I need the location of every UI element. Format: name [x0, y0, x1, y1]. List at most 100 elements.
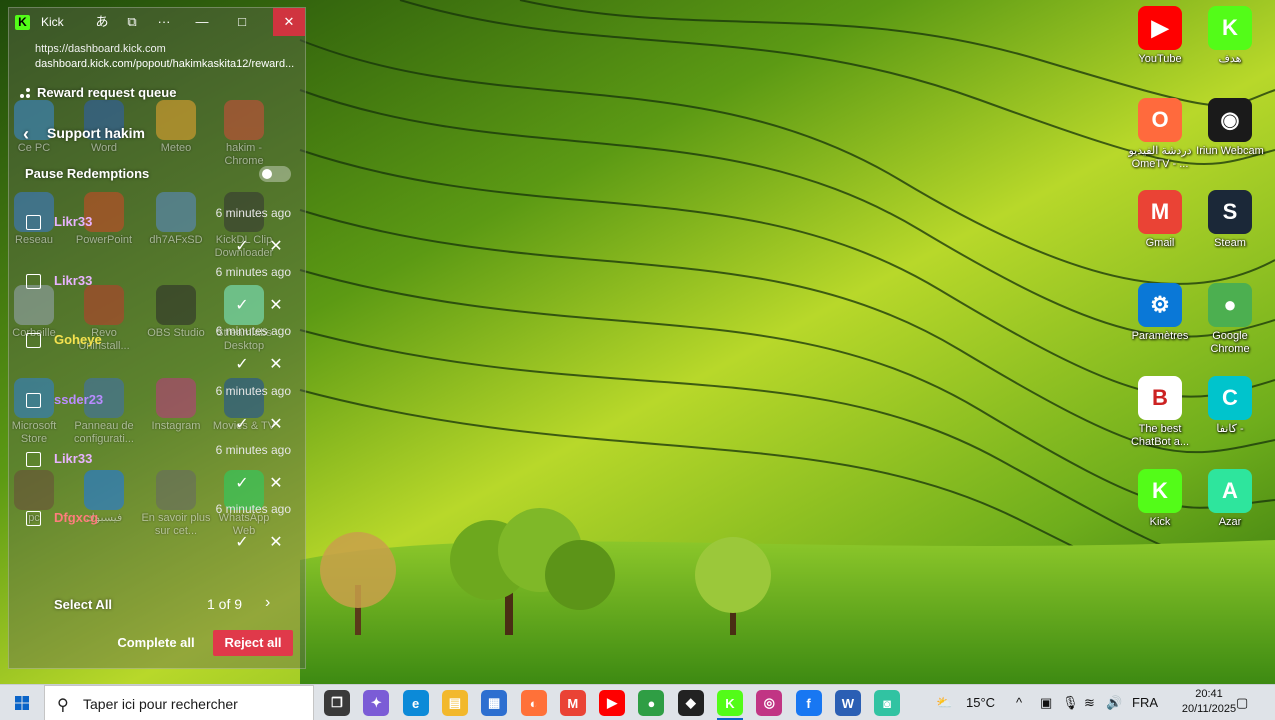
streamlabs-taskbar-icon[interactable]: ◙	[874, 690, 901, 716]
accept-check-icon[interactable]: ✓	[229, 414, 255, 436]
desktop-icon[interactable]: ◉ Iriun Webcam	[1194, 98, 1266, 158]
url-full: dashboard.kick.com/popout/hakimkaskita12…	[35, 58, 295, 70]
complete-all-button[interactable]: Complete all	[109, 630, 203, 656]
meet-icon[interactable]: ▣	[1040, 685, 1052, 720]
reject-x-icon[interactable]: ✕	[263, 414, 289, 436]
minimize-button[interactable]: —	[187, 8, 217, 36]
notification-icon[interactable]: ▢	[1236, 685, 1248, 720]
youtube-taskbar-icon[interactable]: ▶	[599, 690, 626, 716]
desktop-app-icon: K	[1208, 6, 1252, 50]
instagram-taskbar-icon[interactable]: ◎	[756, 690, 783, 716]
more-options-icon[interactable]: ···	[149, 8, 179, 36]
kick-taskbar-icon[interactable]: K	[717, 690, 743, 716]
file-explorer-taskbar-icon[interactable]: ▤	[441, 690, 468, 716]
accept-check-icon[interactable]: ✓	[229, 473, 255, 495]
weather-icon[interactable]: ⛅	[936, 685, 952, 720]
clock[interactable]: 20:41 20/11/2025	[1178, 687, 1240, 717]
weather-temp[interactable]: 15°C	[966, 685, 995, 720]
start-button[interactable]	[0, 685, 44, 720]
ghost-icon-label: Meteo	[160, 142, 192, 154]
pager-label: 1 of 9	[207, 596, 243, 612]
maximize-button[interactable]: □	[227, 8, 257, 36]
request-username: Dfgxcg	[54, 510, 99, 525]
tray-expand-icon[interactable]: ^	[1016, 685, 1022, 720]
request-checkbox[interactable]	[26, 452, 41, 467]
accept-check-icon[interactable]: ✓	[229, 236, 255, 258]
gmail-taskbar-icon[interactable]: M	[559, 690, 586, 716]
edge-taskbar-icon[interactable]: e	[402, 690, 429, 716]
desktop-icon[interactable]: ▶ YouTube	[1124, 6, 1196, 66]
request-checkbox[interactable]	[26, 333, 41, 348]
desktop-icon-label: Kick	[1149, 516, 1171, 528]
request-checkbox[interactable]	[26, 511, 41, 526]
reject-x-icon[interactable]: ✕	[263, 236, 289, 258]
copilot-taskbar-icon[interactable]: ✦	[363, 690, 390, 716]
desktop-icon[interactable]: ⚙ Paramètres	[1124, 283, 1196, 343]
clock-date: 20/11/2025	[1181, 703, 1237, 715]
desktop-icon[interactable]: A Azar	[1194, 469, 1266, 529]
task-view-taskbar-icon[interactable]: ❐	[324, 690, 350, 716]
request-checkbox[interactable]	[26, 274, 41, 289]
pager-next-icon[interactable]: ›	[265, 594, 270, 612]
ghost-icon-label: Ce PC	[17, 142, 51, 154]
accept-check-icon[interactable]: ✓	[229, 532, 255, 554]
reject-x-icon[interactable]: ✕	[263, 532, 289, 554]
word-taskbar-icon[interactable]: W	[834, 690, 861, 716]
request-time: 6 minutes ago	[215, 443, 291, 457]
desktop-app-icon: A	[1208, 469, 1252, 513]
ghost-icon-label: Word	[90, 142, 118, 154]
url-bar[interactable]: https://dashboard.kick.com dashboard.kic…	[9, 40, 305, 78]
volume-icon[interactable]: 🔊	[1106, 685, 1122, 720]
app-icon[interactable]: ⧉	[117, 8, 147, 36]
capcut-taskbar-icon[interactable]: ◆	[677, 690, 704, 716]
desktop-icon[interactable]: S Steam	[1194, 190, 1266, 250]
url-origin: https://dashboard.kick.com	[35, 43, 166, 55]
desktop-icon-label: Gmail	[1145, 237, 1175, 249]
request-row: Goheye 6 minutes ago ✓ ✕	[9, 324, 305, 383]
language-indicator[interactable]: FRA	[1132, 685, 1158, 720]
chrome-hakim-taskbar-icon[interactable]: ●	[638, 690, 665, 716]
window-titlebar[interactable]: K Kick あ ⧉ ··· — □ ✕	[9, 8, 305, 38]
desktop-icon[interactable]: O دردشة الفيديو OmeTV - ...	[1124, 98, 1196, 171]
back-arrow-icon[interactable]: ‹	[23, 124, 29, 145]
close-button[interactable]: ✕	[273, 8, 305, 36]
firefox-taskbar-icon[interactable]: ◐	[520, 690, 547, 716]
reject-x-icon[interactable]: ✕	[263, 295, 289, 317]
pause-redemptions-label: Pause Redemptions	[25, 166, 150, 181]
desktop-app-icon: ◉	[1208, 98, 1252, 142]
facebook-taskbar-icon[interactable]: f	[795, 690, 822, 716]
ghost-icon: hakim - Chrome	[209, 100, 279, 168]
wifi-icon[interactable]: ≋	[1084, 685, 1095, 720]
desktop-app-icon: O	[1138, 98, 1182, 142]
queue-title: Reward request queue	[37, 85, 177, 100]
ghost-icon: Meteo	[141, 100, 211, 155]
accept-check-icon[interactable]: ✓	[229, 354, 255, 376]
request-row: Dfgxcg 6 minutes ago ✓ ✕	[9, 502, 305, 561]
desktop-icon[interactable]: M Gmail	[1124, 190, 1196, 250]
request-checkbox[interactable]	[26, 393, 41, 408]
desktop-icon[interactable]: B The best ChatBot a...	[1124, 376, 1196, 449]
desktop-icon-label: Paramètres	[1131, 330, 1189, 342]
desktop-icon[interactable]: K هدف	[1194, 6, 1266, 66]
reject-x-icon[interactable]: ✕	[263, 354, 289, 376]
request-checkbox[interactable]	[26, 215, 41, 230]
window-title: Kick	[41, 15, 64, 29]
reject-all-button[interactable]: Reject all	[213, 630, 293, 656]
desktop-icon-label: Azar	[1218, 516, 1242, 528]
desktop-icon-label: دردشة الفيديو OmeTV - ...	[1128, 145, 1192, 170]
desktop-icon[interactable]: C كانفا -	[1194, 376, 1266, 436]
ghost-icon-image	[156, 100, 196, 140]
request-time: 6 minutes ago	[215, 324, 291, 338]
translate-icon[interactable]: あ	[87, 8, 117, 36]
select-all-label[interactable]: Select All	[54, 597, 112, 612]
microphone-icon[interactable]: 🎙	[1062, 685, 1079, 720]
desktop-icon[interactable]: K Kick	[1124, 469, 1196, 529]
accept-check-icon[interactable]: ✓	[229, 295, 255, 317]
pause-redemptions-toggle[interactable]	[259, 166, 291, 182]
taskbar-search[interactable]: ⚲ Taper ici pour rechercher	[44, 685, 314, 720]
reject-x-icon[interactable]: ✕	[263, 473, 289, 495]
desktop-app-icon: ▶	[1138, 6, 1182, 50]
desktop-icon[interactable]: ● Google Chrome	[1194, 283, 1266, 356]
clock-time: 20:41	[1195, 688, 1223, 700]
store-taskbar-icon[interactable]: ▦	[481, 690, 508, 716]
